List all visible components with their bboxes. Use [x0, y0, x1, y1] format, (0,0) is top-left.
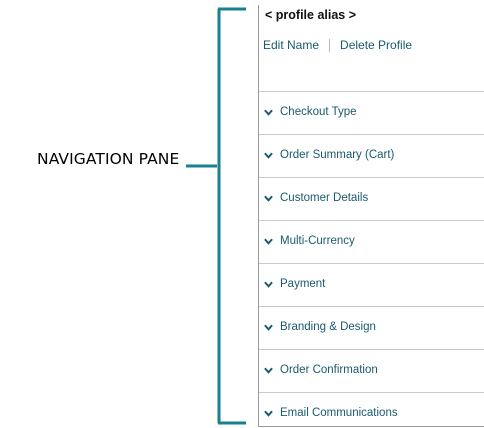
nav-section-label: Order Confirmation: [280, 364, 378, 376]
profile-alias-title: < profile alias >: [265, 8, 357, 22]
navigation-pane: < profile alias > Edit Name Delete Profi…: [258, 5, 484, 427]
chevron-down-icon: [264, 410, 273, 417]
chevron-down-icon: [264, 281, 273, 288]
profile-actions: Edit Name Delete Profile: [263, 38, 412, 52]
nav-section-label: Multi-Currency: [280, 235, 355, 247]
chevron-down-icon: [264, 152, 273, 159]
nav-section-list: Checkout Type Order Summary (Cart) Custo…: [259, 91, 484, 426]
chevron-down-icon: [264, 195, 273, 202]
nav-section-order-confirmation[interactable]: Order Confirmation: [259, 349, 484, 392]
nav-section-checkout-type[interactable]: Checkout Type: [259, 91, 484, 134]
actions-divider: [329, 38, 331, 52]
nav-section-email-communications[interactable]: Email Communications: [259, 392, 484, 426]
nav-section-customer-details[interactable]: Customer Details: [259, 177, 484, 220]
nav-section-label: Payment: [280, 278, 326, 290]
nav-section-label: Order Summary (Cart): [280, 149, 395, 161]
chevron-down-icon: [264, 238, 273, 245]
chevron-down-icon: [264, 324, 273, 331]
chevron-down-icon: [264, 109, 273, 116]
nav-section-multi-currency[interactable]: Multi-Currency: [259, 220, 484, 263]
nav-section-label: Customer Details: [280, 192, 369, 204]
edit-name-link[interactable]: Edit Name: [263, 38, 319, 52]
delete-profile-link[interactable]: Delete Profile: [340, 38, 412, 52]
nav-section-label: Checkout Type: [280, 106, 357, 118]
nav-section-branding-design[interactable]: Branding & Design: [259, 306, 484, 349]
nav-section-label: Branding & Design: [280, 321, 376, 333]
nav-section-payment[interactable]: Payment: [259, 263, 484, 306]
chevron-down-icon: [264, 367, 273, 374]
nav-section-label: Email Communications: [280, 407, 398, 419]
nav-section-order-summary[interactable]: Order Summary (Cart): [259, 134, 484, 177]
